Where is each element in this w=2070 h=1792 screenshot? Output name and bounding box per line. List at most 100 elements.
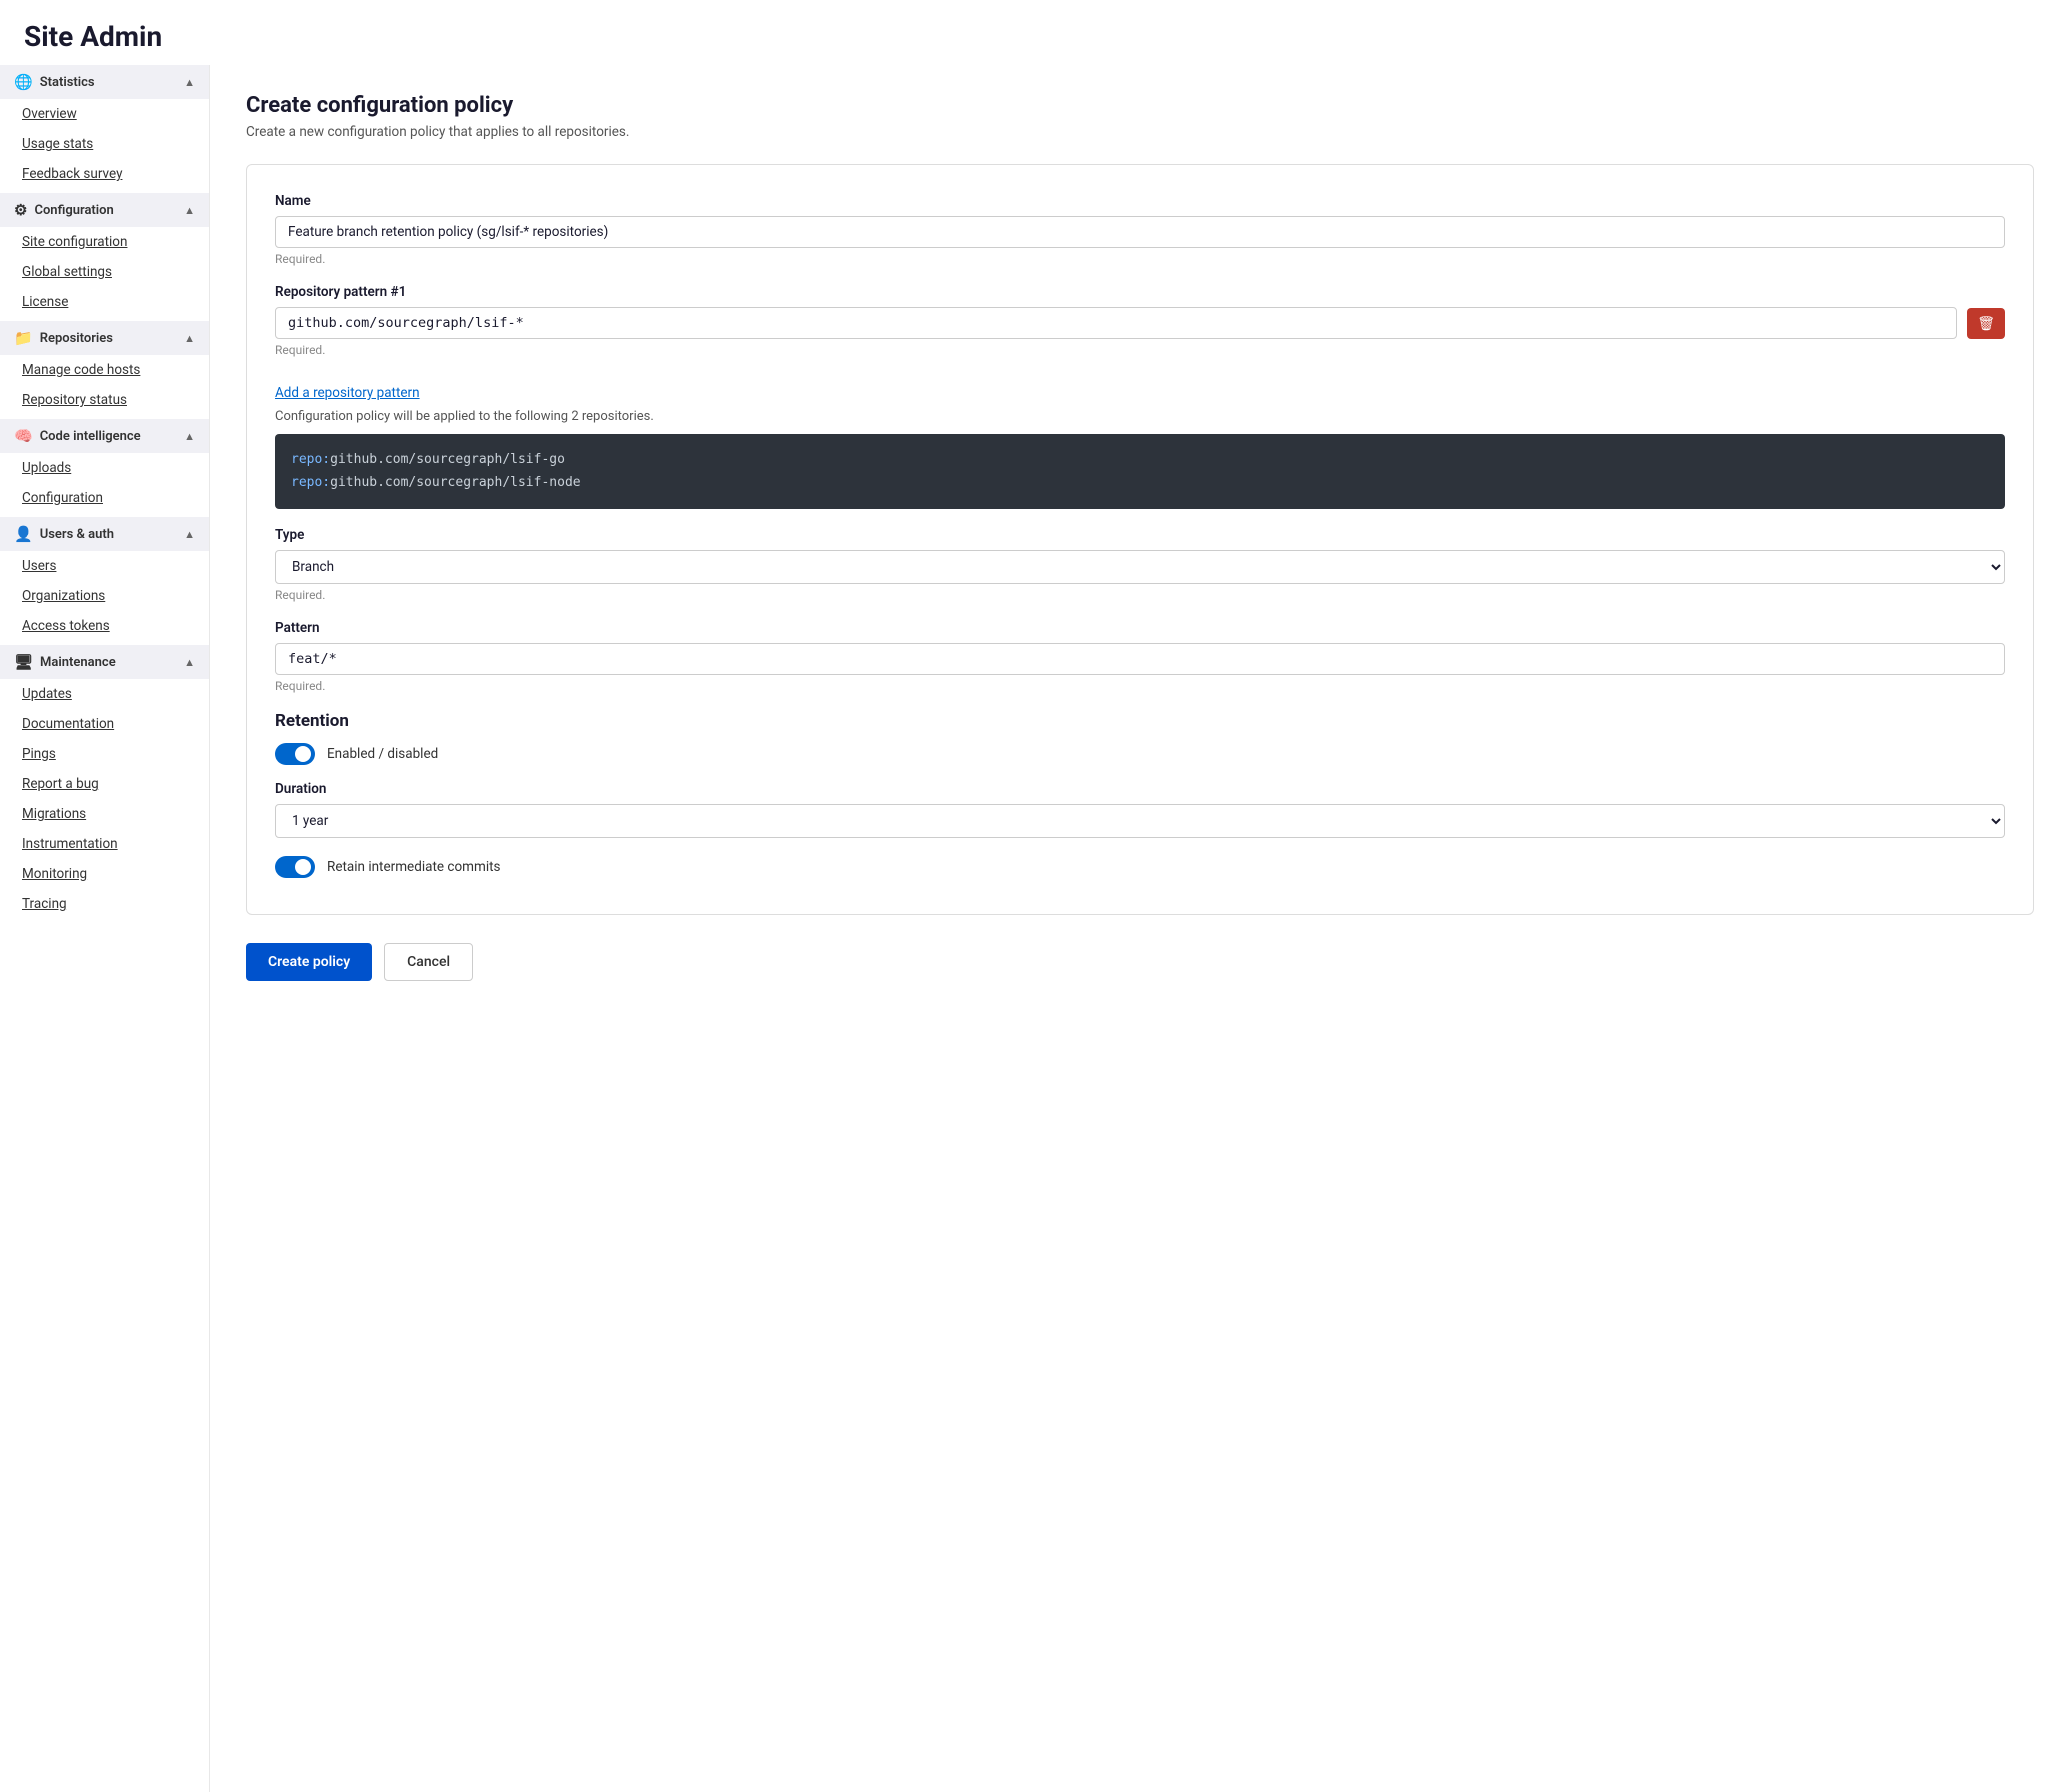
sidebar-item-usage-stats[interactable]: Usage stats	[0, 129, 209, 159]
sidebar-item-overview[interactable]: Overview	[0, 99, 209, 129]
cancel-button[interactable]: Cancel	[384, 943, 473, 981]
sidebar-section-repositories: 📁 Repositories ▲ Manage code hostsReposi…	[0, 321, 209, 415]
sidebar-section-header-users-auth[interactable]: 👤 Users & auth ▲	[0, 517, 209, 551]
sidebar-item-updates[interactable]: Updates	[0, 679, 209, 709]
code-intelligence-chevron: ▲	[184, 430, 195, 443]
duration-group: Duration 1 year6 months3 months1 month1 …	[275, 781, 2005, 838]
name-input[interactable]	[275, 216, 2005, 248]
sidebar-item-instrumentation[interactable]: Instrumentation	[0, 829, 209, 859]
trash-icon: 🗑	[1977, 315, 1995, 332]
name-required: Required.	[275, 252, 2005, 266]
statistics-chevron: ▲	[184, 76, 195, 89]
sidebar-section-header-repositories[interactable]: 📁 Repositories ▲	[0, 321, 209, 355]
repo-prefix: repo:	[291, 475, 330, 490]
sidebar-section-code-intelligence: 🧠 Code intelligence ▲ UploadsConfigurati…	[0, 419, 209, 513]
sidebar-item-users[interactable]: Users	[0, 551, 209, 581]
pattern-required: Required.	[275, 679, 2005, 693]
pattern-label: Pattern	[275, 620, 2005, 636]
add-pattern-link[interactable]: Add a repository pattern	[275, 385, 420, 401]
repo-pattern-input[interactable]	[275, 307, 1957, 339]
retain-commits-toggle[interactable]	[275, 856, 315, 878]
sidebar-item-configuration-ci[interactable]: Configuration	[0, 483, 209, 513]
sidebar-item-feedback-survey[interactable]: Feedback survey	[0, 159, 209, 189]
maintenance-label: Maintenance	[40, 655, 116, 670]
sidebar-item-pings[interactable]: Pings	[0, 739, 209, 769]
sidebar-item-monitoring[interactable]: Monitoring	[0, 859, 209, 889]
sidebar: 🌐 Statistics ▲ OverviewUsage statsFeedba…	[0, 65, 210, 1792]
sidebar-item-manage-code-hosts[interactable]: Manage code hosts	[0, 355, 209, 385]
users-auth-chevron: ▲	[184, 528, 195, 541]
repositories-chevron: ▲	[184, 332, 195, 345]
pattern-row: 🗑	[275, 307, 2005, 339]
retention-toggle-row: Enabled / disabled	[275, 743, 2005, 765]
configuration-chevron: ▲	[184, 204, 195, 217]
pattern-group: Pattern Required.	[275, 620, 2005, 693]
repo-prefix: repo:	[291, 452, 330, 467]
retain-commits-row: Retain intermediate commits	[275, 856, 2005, 878]
retention-slider	[275, 743, 315, 765]
repo-name: github.com/sourcegraph/lsif-go	[330, 452, 565, 467]
sidebar-item-migrations[interactable]: Migrations	[0, 799, 209, 829]
code-intelligence-label: Code intelligence	[40, 429, 141, 444]
policy-applies-text: Configuration policy will be applied to …	[275, 409, 2005, 424]
retention-toggle-label: Enabled / disabled	[327, 746, 438, 762]
create-policy-button[interactable]: Create policy	[246, 943, 372, 981]
repositories-icon: 📁	[14, 329, 33, 347]
sidebar-item-documentation[interactable]: Documentation	[0, 709, 209, 739]
page-title: Site Admin	[0, 0, 2070, 65]
duration-label: Duration	[275, 781, 2005, 797]
pattern-input[interactable]	[275, 643, 2005, 675]
repo-pattern-label: Repository pattern #1	[275, 284, 2005, 300]
sidebar-section-header-maintenance[interactable]: 🖥 Maintenance ▲	[0, 645, 209, 679]
repo-pattern-required: Required.	[275, 343, 2005, 357]
repo-pattern-group: Repository pattern #1 🗑 Required.	[275, 284, 2005, 357]
retention-heading: Retention	[275, 711, 2005, 731]
type-select[interactable]: BranchTagCommit	[275, 550, 2005, 584]
repositories-label: Repositories	[40, 331, 113, 346]
type-group: Type BranchTagCommit Required.	[275, 527, 2005, 602]
form-title: Create configuration policy	[246, 93, 2034, 118]
repo-list-box: repo:github.com/sourcegraph/lsif-gorepo:…	[275, 434, 2005, 509]
main-content: Create configuration policy Create a new…	[210, 65, 2070, 1792]
sidebar-item-tracing[interactable]: Tracing	[0, 889, 209, 919]
name-group: Name Required.	[275, 193, 2005, 266]
sidebar-item-uploads[interactable]: Uploads	[0, 453, 209, 483]
sidebar-section-header-statistics[interactable]: 🌐 Statistics ▲	[0, 65, 209, 99]
code-intelligence-icon: 🧠	[14, 427, 33, 445]
maintenance-chevron: ▲	[184, 656, 195, 669]
retention-toggle[interactable]	[275, 743, 315, 765]
sidebar-item-site-configuration[interactable]: Site configuration	[0, 227, 209, 257]
sidebar-section-header-configuration[interactable]: ⚙ Configuration ▲	[0, 193, 209, 227]
action-row: Create policy Cancel	[246, 943, 2034, 981]
sidebar-section-maintenance: 🖥 Maintenance ▲ UpdatesDocumentationPing…	[0, 645, 209, 919]
repo-name: github.com/sourcegraph/lsif-node	[330, 475, 580, 490]
maintenance-icon: 🖥	[14, 653, 33, 671]
repo-list-item: repo:github.com/sourcegraph/lsif-node	[291, 471, 1989, 494]
configuration-label: Configuration	[34, 203, 113, 218]
retain-commits-label: Retain intermediate commits	[327, 859, 500, 875]
sidebar-section-users-auth: 👤 Users & auth ▲ UsersOrganizationsAcces…	[0, 517, 209, 641]
sidebar-section-header-code-intelligence[interactable]: 🧠 Code intelligence ▲	[0, 419, 209, 453]
sidebar-section-configuration: ⚙ Configuration ▲ Site configurationGlob…	[0, 193, 209, 317]
configuration-icon: ⚙	[14, 201, 27, 219]
statistics-label: Statistics	[40, 75, 95, 90]
sidebar-item-license[interactable]: License	[0, 287, 209, 317]
name-label: Name	[275, 193, 2005, 209]
retain-commits-slider	[275, 856, 315, 878]
statistics-icon: 🌐	[14, 73, 33, 91]
sidebar-item-repository-status[interactable]: Repository status	[0, 385, 209, 415]
sidebar-item-access-tokens[interactable]: Access tokens	[0, 611, 209, 641]
type-label: Type	[275, 527, 2005, 543]
duration-select[interactable]: 1 year6 months3 months1 month1 week	[275, 804, 2005, 838]
sidebar-item-global-settings[interactable]: Global settings	[0, 257, 209, 287]
sidebar-section-statistics: 🌐 Statistics ▲ OverviewUsage statsFeedba…	[0, 65, 209, 189]
delete-pattern-button[interactable]: 🗑	[1967, 308, 2005, 339]
users-auth-label: Users & auth	[40, 527, 114, 542]
form-card: Name Required. Repository pattern #1 🗑 R…	[246, 164, 2034, 915]
users-auth-icon: 👤	[14, 525, 33, 543]
sidebar-item-report-a-bug[interactable]: Report a bug	[0, 769, 209, 799]
form-subtitle: Create a new configuration policy that a…	[246, 124, 2034, 140]
repo-list-item: repo:github.com/sourcegraph/lsif-go	[291, 448, 1989, 471]
type-required: Required.	[275, 588, 2005, 602]
sidebar-item-organizations[interactable]: Organizations	[0, 581, 209, 611]
